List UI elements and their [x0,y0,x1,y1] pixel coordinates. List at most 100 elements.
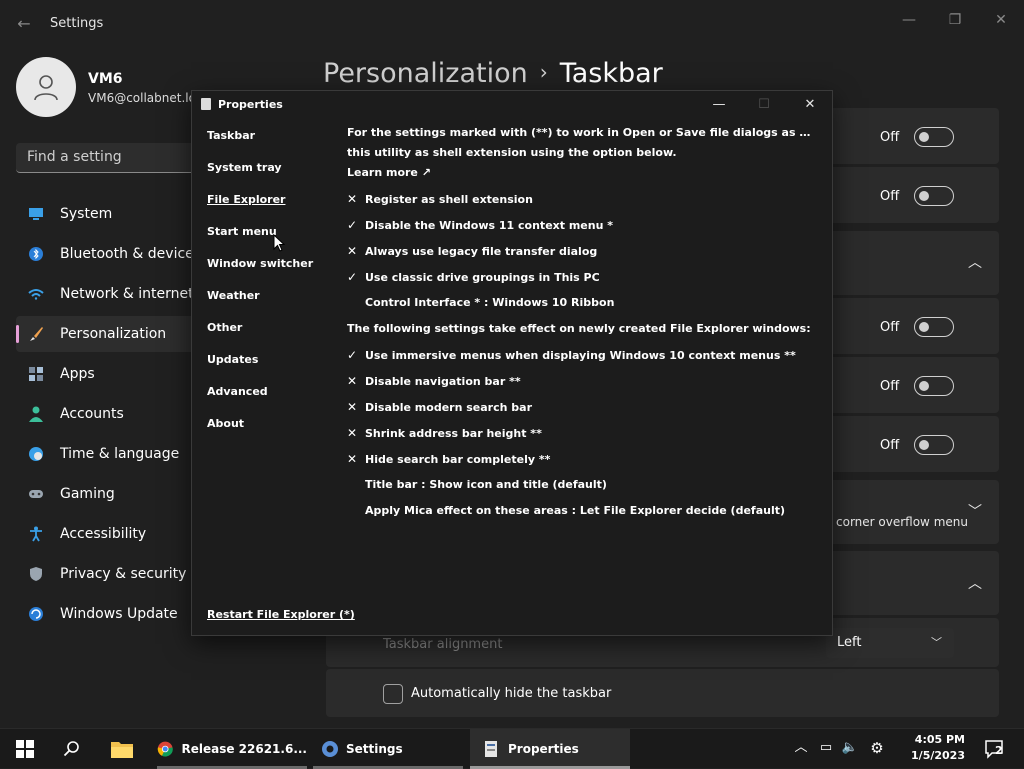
taskbar-app-properties[interactable]: Properties [470,729,630,769]
chevron-up-icon[interactable]: ︿ [965,574,985,594]
sidebar-item-label: Accounts [60,406,124,422]
properties-window: Properties — ☐ ✕ Taskbar System tray File … [191,90,833,636]
option-label: Register as shell extension [365,193,533,206]
taskbar-alignment-value: Left [837,635,862,650]
title-bar-option[interactable]: Title bar : Show icon and title (default… [365,478,607,491]
option-item[interactable]: ✕ Shrink address bar height ** [347,426,542,440]
properties-nav-file-explorer[interactable]: File Explorer [207,193,285,206]
sidebar-item-personalization[interactable]: Personalization [16,316,196,352]
toggle-row[interactable]: Off [880,127,954,147]
chevron-up-icon[interactable]: ︿ [792,739,810,757]
toggle-switch[interactable] [914,435,954,455]
chrome-icon [157,741,173,757]
minimize-icon[interactable]: — [707,95,731,115]
checkmark-icon: ✓ [347,218,358,232]
breadcrumb-separator: › [539,60,548,84]
properties-nav-weather[interactable]: Weather [207,289,260,302]
close-icon[interactable]: ✕ [989,8,1013,32]
settings-gear-icon [322,741,338,757]
volume-icon[interactable]: 🔈 [841,739,859,757]
search-icon [63,741,79,757]
taskbar-app-settings[interactable]: Settings [313,729,463,769]
properties-nav-start-menu[interactable]: Start menu [207,225,277,238]
update-icon [28,606,44,622]
sidebar-item-network-internet[interactable]: Network & internet [16,276,196,312]
option-item[interactable]: ✕ Always use legacy file transfer dialog [347,244,597,258]
sidebar-item-accessibility[interactable]: Accessibility [16,516,196,552]
properties-nav-advanced[interactable]: Advanced [207,385,268,398]
properties-nav-other[interactable]: Other [207,321,242,334]
person-icon [34,75,58,101]
toggle-switch[interactable] [914,317,954,337]
mica-option[interactable]: Apply Mica effect on these areas : Let F… [365,504,785,517]
toggle-switch[interactable] [914,127,954,147]
sidebar-item-bluetooth-devices[interactable]: Bluetooth & devices [16,236,201,272]
cross-icon: ✕ [347,400,358,414]
toggle-row[interactable]: Off [880,186,954,206]
option-item[interactable]: ✕ Register as shell extension [347,192,533,206]
option-item[interactable]: ✓ Disable the Windows 11 context menu * [347,218,613,232]
avatar[interactable] [16,57,76,117]
control-interface-option[interactable]: Control Interface * : Windows 10 Ribbon [365,296,614,309]
taskbar-alignment-label: Taskbar alignment [383,637,503,652]
toggle-row[interactable]: Off [880,435,954,455]
clock-date: 1/5/2023 [911,749,965,762]
sidebar-item-accounts[interactable]: Accounts [16,396,196,432]
file-explorer-button[interactable] [110,737,134,761]
start-button[interactable] [13,737,37,761]
autohide-checkbox[interactable] [383,684,403,704]
taskbar-app-chrome[interactable]: Release 22621.6... [157,729,307,769]
learn-more-link[interactable]: Learn more ↗ [347,166,431,179]
cross-icon: ✕ [347,244,358,258]
sidebar-item-time-language[interactable]: Time & language [16,436,196,472]
minimize-icon[interactable]: — [897,8,921,32]
option-item[interactable]: ✓ Use immersive menus when displaying Win… [347,348,796,362]
properties-nav-window-switcher[interactable]: Window switcher [207,257,313,270]
clock[interactable]: 4:05 PM 1/5/2023 [895,733,965,762]
sidebar-item-label: Network & internet [60,286,194,302]
monitor-icon [28,206,44,222]
back-arrow-icon[interactable]: ← [14,14,34,34]
properties-nav-updates[interactable]: Updates [207,353,258,366]
sidebar-item-privacy-security[interactable]: Privacy & security [16,556,196,592]
maximize-icon[interactable]: ❐ [943,8,967,32]
properties-nav-taskbar[interactable]: Taskbar [207,129,255,142]
sidebar-item-system[interactable]: System [16,196,196,232]
taskbar-alignment-select[interactable]: Left ﹀ [826,628,954,658]
sidebar-item-apps[interactable]: Apps [16,356,196,392]
option-item[interactable]: ✕ Disable navigation bar ** [347,374,521,388]
option-item[interactable]: ✓ Use classic drive groupings in This PC [347,270,600,284]
search-input[interactable]: Find a setting [16,143,196,173]
properties-nav-about[interactable]: About [207,417,244,430]
settings-titlebar: ← Settings — ❐ ✕ [0,0,1024,48]
option-item[interactable]: ✕ Hide search bar completely ** [347,452,550,466]
network-icon[interactable]: ▭ [817,739,835,757]
option-label: Always use legacy file transfer dialog [365,245,598,258]
chevron-down-icon[interactable]: ﹀ [965,502,985,522]
folder-icon [111,742,133,758]
chevron-up-icon[interactable]: ︿ [965,253,985,273]
shell-extension-note: this utility as shell extension using th… [347,146,677,159]
close-icon[interactable]: ✕ [798,95,822,115]
sidebar-item-gaming[interactable]: Gaming [16,476,196,512]
cross-icon: ✕ [347,426,358,440]
toggle-switch[interactable] [914,186,954,206]
gear-icon[interactable]: ⚙ [868,739,886,757]
sidebar-item-label: Privacy & security [60,566,187,582]
option-item[interactable]: ✕ Disable modern search bar [347,400,532,414]
properties-icon [201,98,211,110]
toggle-row[interactable]: Off [880,317,954,337]
sidebar-item-label: Apps [60,366,95,382]
notification-button[interactable]: 2 [984,739,1006,759]
toggle-switch[interactable] [914,376,954,396]
toggle-row[interactable]: Off [880,376,954,396]
restart-explorer-link[interactable]: Restart File Explorer (*) [207,608,355,621]
search-button[interactable] [60,737,84,761]
maximize-icon[interactable]: ☐ [752,95,776,115]
breadcrumb-parent[interactable]: Personalization [323,58,528,89]
properties-nav-system-tray[interactable]: System tray [207,161,282,174]
sidebar-item-windows-update[interactable]: Windows Update [16,596,196,632]
option-label: Hide search bar completely ** [365,453,551,466]
app-title: Settings [50,16,104,31]
toggle-label: Off [880,437,900,453]
